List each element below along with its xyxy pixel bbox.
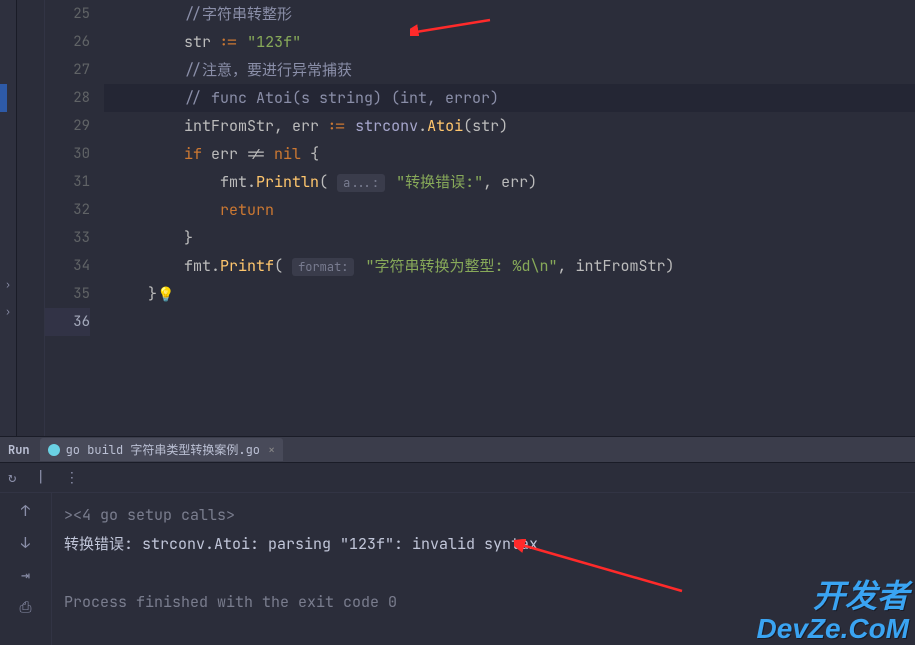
- token: :=: [328, 116, 346, 136]
- token: "转换错误:": [396, 172, 483, 192]
- watermark-cn: 开发者: [757, 580, 909, 614]
- param-hint: format:: [292, 258, 354, 276]
- token: Println: [256, 172, 319, 192]
- token: fmt.: [184, 256, 220, 276]
- token: , intFromStr): [558, 256, 675, 276]
- token: err !=: [211, 144, 274, 164]
- go-icon: [48, 444, 60, 456]
- code-line[interactable]: str := "123f": [104, 28, 915, 56]
- token: (: [274, 256, 292, 276]
- token: [238, 32, 247, 52]
- run-toolbar: ↻ | ⋮: [0, 463, 915, 493]
- code-line[interactable]: intFromStr, err := strconv.Atoi(str): [104, 112, 915, 140]
- token: :=: [220, 32, 238, 52]
- token: }: [184, 228, 193, 248]
- scroll-down-icon[interactable]: ↓: [21, 533, 30, 553]
- run-tabs-row: Run go build 字符串类型转换案例.go ×: [0, 437, 915, 463]
- token: intFromStr: [184, 116, 274, 136]
- scroll-up-icon[interactable]: ↑: [21, 501, 30, 521]
- line-number: 32: [45, 196, 90, 224]
- breakpoint-stripe[interactable]: [0, 84, 7, 112]
- console-line: ><4 go setup calls>: [64, 501, 903, 530]
- token: // func Atoi(s string) (int, error): [184, 88, 499, 108]
- line-number: 26: [45, 28, 90, 56]
- line-number: 25: [45, 0, 90, 28]
- run-tab-title: go build 字符串类型转换案例.go: [66, 441, 260, 458]
- token: (: [463, 116, 472, 136]
- run-tab[interactable]: go build 字符串类型转换案例.go ×: [40, 438, 284, 461]
- code-line[interactable]: }: [104, 224, 915, 252]
- token: //注意，要进行异常捕获: [184, 60, 352, 80]
- token: Atoi: [427, 116, 463, 136]
- code-line[interactable]: }💡: [104, 280, 915, 308]
- code-editor[interactable]: //字符串转整形 str := "123f" //注意，要进行异常捕获 // f…: [104, 0, 915, 436]
- token: strconv: [355, 116, 418, 136]
- soft-wrap-icon[interactable]: ⇥: [21, 565, 30, 585]
- code-line[interactable]: [104, 308, 915, 336]
- token: if: [184, 144, 211, 164]
- line-number: 31: [45, 168, 90, 196]
- token: ,: [274, 116, 292, 136]
- project-tool-bar[interactable]: › ›: [0, 0, 17, 436]
- gutter-extra: [17, 0, 45, 436]
- editor-area: › › 252627282930313233343536 //字符串转整形 st…: [0, 0, 915, 437]
- separator-icon: |: [36, 469, 44, 487]
- token: nil: [274, 144, 301, 164]
- token: Printf: [220, 256, 274, 276]
- token: .: [418, 116, 427, 136]
- line-number: 34: [45, 252, 90, 280]
- param-hint: a...:: [337, 174, 385, 192]
- watermark-en: DevZe.CoM: [757, 614, 909, 643]
- project-expand-icon-2[interactable]: ›: [0, 305, 16, 318]
- token: (: [319, 172, 337, 192]
- token: [346, 116, 355, 136]
- project-expand-icon[interactable]: ›: [0, 278, 16, 291]
- console-output[interactable]: ><4 go setup calls>转换错误: strconv.Atoi: p…: [52, 493, 915, 645]
- console-row: ↑ ↓ ⇥ ⎙ ><4 go setup calls>转换错误: strconv…: [0, 493, 915, 645]
- code-line[interactable]: // func Atoi(s string) (int, error): [104, 84, 915, 112]
- line-number: 28: [45, 84, 90, 112]
- code-line[interactable]: //注意，要进行异常捕获: [104, 56, 915, 84]
- line-number-gutter: 252627282930313233343536: [45, 0, 104, 436]
- token: "字符串转换为整型: %d\n": [365, 256, 557, 276]
- line-number: 27: [45, 56, 90, 84]
- token: [184, 200, 220, 220]
- console-line: 转换错误: strconv.Atoi: parsing "123f": inva…: [64, 530, 903, 559]
- token: str: [472, 116, 499, 136]
- token: fmt.: [184, 172, 256, 192]
- token: return: [220, 200, 274, 220]
- print-icon[interactable]: ⎙: [19, 597, 31, 617]
- run-tool-window: Run go build 字符串类型转换案例.go × ↻ | ⋮ ↑ ↓ ⇥ …: [0, 437, 915, 645]
- token: err: [292, 116, 328, 136]
- watermark: 开发者 DevZe.CoM: [757, 580, 909, 643]
- line-number: 30: [45, 140, 90, 168]
- code-line[interactable]: return: [104, 196, 915, 224]
- token: ): [499, 116, 508, 136]
- token: , err): [483, 172, 537, 192]
- token: [387, 172, 396, 192]
- token: "123f": [247, 32, 301, 52]
- code-line[interactable]: //字符串转整形: [104, 0, 915, 28]
- token: //字符串转整形: [184, 4, 292, 24]
- line-number: 29: [45, 112, 90, 140]
- line-number: 36: [45, 308, 90, 336]
- more-icon[interactable]: ⋮: [65, 469, 82, 487]
- bulb-icon[interactable]: 💡: [157, 286, 174, 304]
- token: str: [184, 32, 220, 52]
- run-label[interactable]: Run: [8, 442, 30, 458]
- code-line[interactable]: fmt.Printf( format: "字符串转换为整型: %d\n", in…: [104, 252, 915, 280]
- token: }: [148, 284, 157, 304]
- console-side-actions: ↑ ↓ ⇥ ⎙: [0, 493, 52, 645]
- line-number: 33: [45, 224, 90, 252]
- rerun-icon[interactable]: ↻: [8, 469, 16, 487]
- close-icon[interactable]: ×: [268, 442, 275, 458]
- code-line[interactable]: if err != nil {: [104, 140, 915, 168]
- token: {: [301, 144, 319, 164]
- line-number: 35: [45, 280, 90, 308]
- code-line[interactable]: fmt.Println( a...: "转换错误:", err): [104, 168, 915, 196]
